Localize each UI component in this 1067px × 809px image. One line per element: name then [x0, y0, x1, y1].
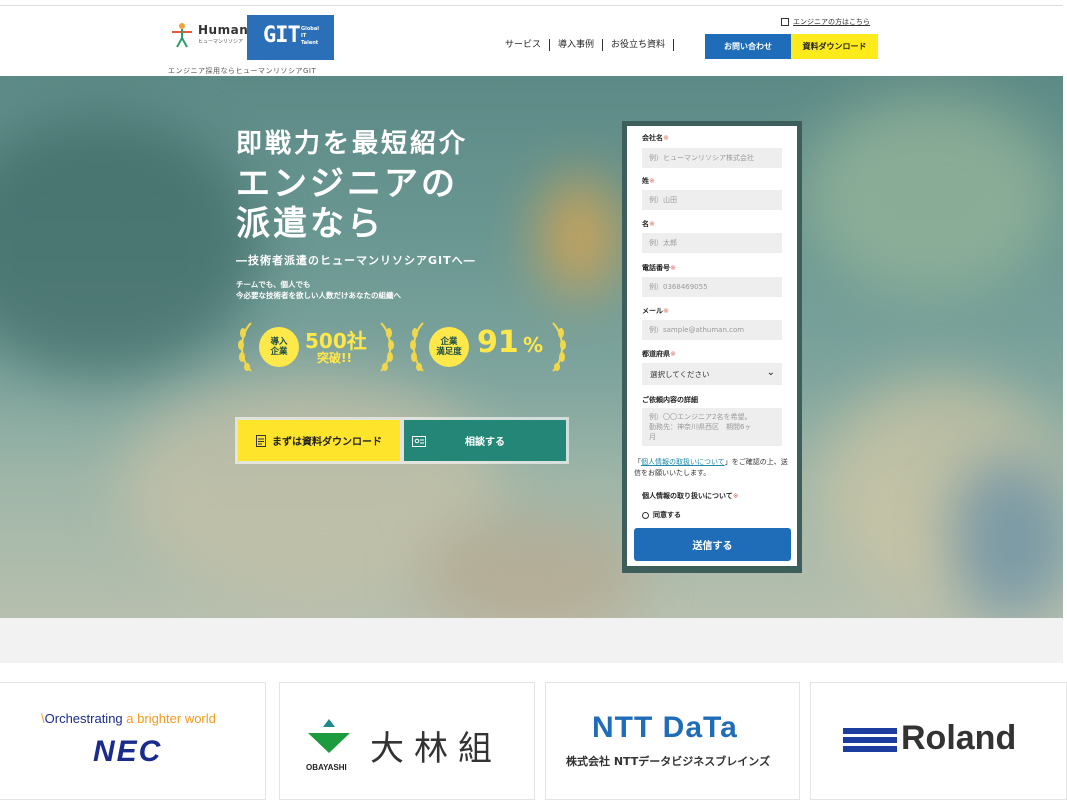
company-label: 会社名※: [642, 134, 669, 142]
laurel-right-icon: [552, 322, 566, 372]
cta-download-button[interactable]: まずは資料ダウンロード: [238, 420, 400, 461]
badge2-value: 91: [477, 325, 519, 360]
badge1-label2: 企業: [270, 347, 288, 357]
first-name-input[interactable]: 例）太郎: [642, 233, 782, 253]
badge-satisfaction: 企業 満足度 91 %: [407, 319, 569, 375]
email-label: メール※: [642, 307, 669, 315]
company-input[interactable]: 例）ヒューマンリソシア株式会社: [642, 148, 782, 168]
privacy-policy-link[interactable]: 個人情報の取扱いについて: [641, 458, 725, 466]
gray-band: [0, 618, 1063, 663]
last-name-label: 姓※: [642, 177, 655, 185]
header-tagline: エンジニア採用ならヒューマンリソシアGIT: [168, 67, 317, 75]
email-input[interactable]: 例）sample@athuman.com: [642, 320, 782, 340]
badge-companies-circle: 導入 企業: [259, 327, 299, 367]
laurel-right-icon: [380, 322, 394, 372]
obayashi-en: OBAYASHI: [306, 763, 347, 772]
human-logo-sub: ヒューマンリソシア: [198, 39, 244, 45]
hero-title-line2: エンジニアの: [236, 164, 458, 204]
contact-form: 会社名※ 例）ヒューマンリソシア株式会社 姓※ 例）山田 名※ 例）太郎 電話番…: [627, 126, 797, 566]
phone-label: 電話番号※: [642, 264, 676, 272]
cta-download-label: まずは資料ダウンロード: [272, 437, 382, 448]
prefecture-value: 選択してください: [650, 369, 710, 379]
nec-tagline: \Orchestrating a brighter world: [41, 711, 216, 726]
hero-description: チームでも、個人でも 今必要な技術者を欲しい人数だけあなたの組織へ: [236, 279, 401, 301]
download-button[interactable]: 資料ダウンロード: [791, 34, 878, 59]
cta-consult-label: 相談する: [465, 437, 505, 448]
hero-title-line1: 即戦力を最短紹介: [236, 129, 469, 159]
badge2-label2: 満足度: [436, 347, 462, 357]
agree-radio[interactable]: 同意する: [642, 510, 681, 520]
submit-button[interactable]: 送信する: [634, 528, 791, 561]
document-icon: [256, 434, 266, 447]
obayashi-mark-icon: [308, 719, 350, 753]
laurel-left-icon: [410, 322, 424, 372]
human-logo-word: Human: [198, 23, 249, 37]
agree-label: 同意する: [653, 511, 681, 519]
hero-subtitle: ―技術者派遣のヒューマンリソシアGITへ―: [236, 254, 476, 267]
engineer-link[interactable]: エンジニアの方はこちら: [781, 17, 870, 27]
badge-companies: 導入 企業 500社 突破!!: [235, 319, 397, 375]
detail-placeholder-1: 例）〇〇エンジニア2名を希望。: [649, 413, 752, 421]
nav-item-cases[interactable]: 導入事例: [550, 39, 604, 51]
first-name-label: 名※: [642, 220, 655, 228]
roland-bars-icon: [843, 728, 897, 754]
logo-card-nttdata: NTT DaTa 株式会社 NTTデータビジネスブレインズ: [545, 682, 800, 800]
hero-title-line3: 派遣なら: [236, 204, 384, 244]
detail-label: ご依頼内容の詳細: [642, 396, 698, 404]
main-nav: サービス 導入事例 お役立ち資料: [505, 39, 675, 51]
nttdata-logo: NTT DaTa: [592, 711, 738, 744]
radio-icon: [642, 511, 649, 519]
hero-title: 即戦力を最短紹介 エンジニアの 派遣なら: [236, 124, 468, 244]
badge-satisfaction-circle: 企業 満足度: [429, 327, 469, 367]
hero-desc-line1: チームでも、個人でも: [236, 280, 311, 289]
laurel-left-icon: [238, 322, 252, 372]
human-figure-icon: [172, 23, 192, 48]
badge1-suffix: 突破!!: [317, 351, 352, 365]
consult-icon: [412, 436, 426, 447]
last-name-input[interactable]: 例）山田: [642, 190, 782, 210]
nav-item-resources[interactable]: お役立ち資料: [603, 39, 675, 51]
git-logo[interactable]: GIT Global IT Talent: [247, 15, 334, 60]
phone-input[interactable]: 例）0368469055: [642, 277, 782, 297]
detail-textarea[interactable]: 例）〇〇エンジニア2名を希望。 勤務先：神奈川県西区 期間6ヶ 月: [642, 408, 782, 446]
nec-logo: NEC: [93, 735, 163, 768]
cta-consult-button[interactable]: 相談する: [404, 420, 566, 461]
git-logo-sub: Global IT Talent: [301, 26, 319, 47]
engineer-link-label: エンジニアの方はこちら: [793, 18, 870, 26]
contact-button[interactable]: お問い合わせ: [705, 34, 791, 59]
logo-card-roland: Roland: [810, 682, 1067, 800]
obayashi-jp: 大林組: [370, 729, 502, 769]
detail-placeholder-2: 勤務先：神奈川県西区 期間6ヶ: [649, 423, 752, 431]
badge1-label1: 導入: [270, 337, 288, 347]
human-logo[interactable]: Human ヒューマンリソシア: [168, 20, 248, 52]
detail-placeholder-3: 月: [649, 433, 656, 441]
git-logo-sub-3: Talent: [301, 40, 319, 46]
badge2-label1: 企業: [440, 337, 458, 347]
nttdata-sub: 株式会社 NTTデータビジネスブレインズ: [566, 755, 771, 768]
prefecture-select[interactable]: 選択してください ⌄: [642, 363, 782, 385]
roland-logo: Roland: [901, 719, 1017, 757]
hero-section: 即戦力を最短紹介 エンジニアの 派遣なら ―技術者派遣のヒューマンリソシアGIT…: [0, 76, 1063, 618]
hero-desc-line2: 今必要な技術者を欲しい人数だけあなたの組織へ: [236, 291, 401, 300]
privacy-label: 個人情報の取り扱いについて※: [642, 492, 739, 500]
git-logo-sub-1: Global: [301, 26, 319, 32]
chevron-down-icon: ⌄: [766, 367, 775, 378]
prefecture-label: 都道府県※: [642, 350, 676, 358]
privacy-note: 「個人情報の取扱いについて」をご確認の上、送信をお願いいたします。: [634, 458, 788, 477]
nav-item-service[interactable]: サービス: [505, 39, 551, 51]
logo-card-nec: \Orchestrating a brighter world NEC: [0, 682, 266, 800]
git-logo-text: GIT: [263, 23, 301, 48]
git-logo-sub-2: IT: [301, 33, 307, 39]
badge2-unit: %: [523, 333, 544, 357]
external-link-icon: [781, 18, 789, 26]
logo-card-obayashi: OBAYASHI 大林組: [279, 682, 535, 800]
